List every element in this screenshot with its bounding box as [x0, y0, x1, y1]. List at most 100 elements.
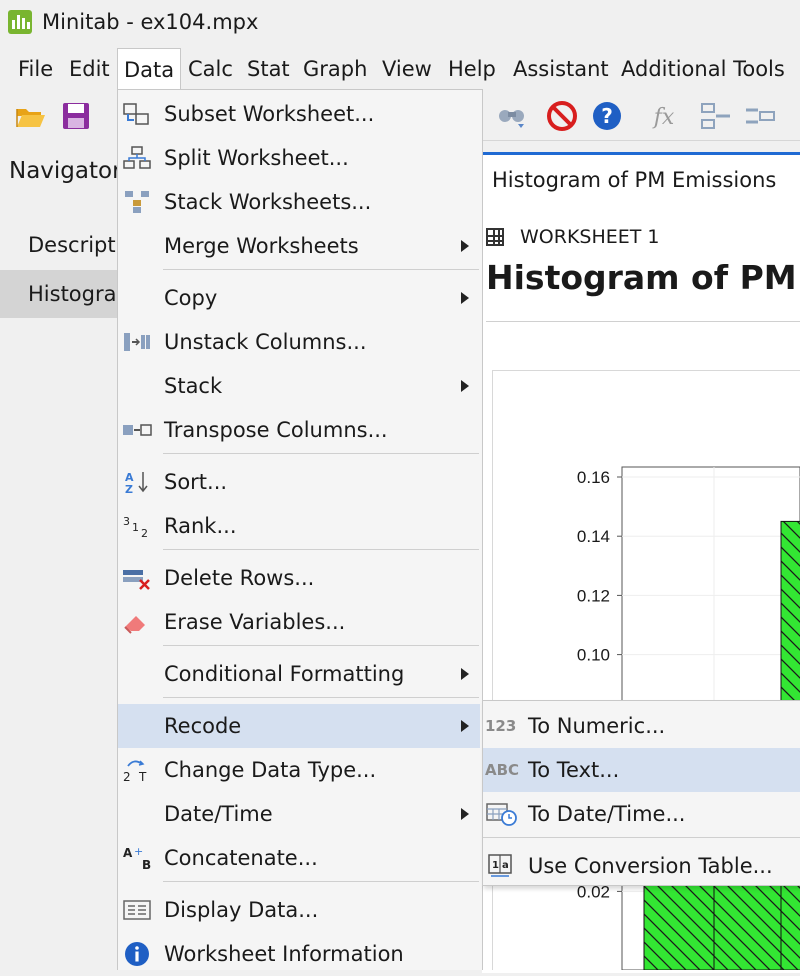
- svg-text:T: T: [138, 770, 147, 782]
- menu-item-label: Concatenate...: [164, 846, 318, 870]
- submenu-arrow-icon: [461, 380, 469, 392]
- menu-item-change-data-type[interactable]: 2T Change Data Type...: [118, 748, 480, 792]
- menu-item-label: Transpose Columns...: [164, 418, 388, 442]
- svg-text:3: 3: [123, 515, 130, 528]
- submenu-arrow-icon: [461, 240, 469, 252]
- menu-item-concatenate[interactable]: A + B Concatenate...: [118, 836, 480, 880]
- unstack-columns-icon: [124, 333, 150, 351]
- submenu-item-label: To Date/Time...: [528, 802, 686, 826]
- menu-item-unstack-columns[interactable]: Unstack Columns...: [118, 320, 480, 364]
- menu-item-label: Worksheet Information: [164, 942, 404, 966]
- submenu-arrow-icon: [461, 668, 469, 680]
- navigator-title: Navigator: [9, 158, 122, 184]
- menu-item-label: Sort...: [164, 470, 228, 494]
- minitab-logo-icon: [8, 10, 32, 34]
- menu-separator: [163, 881, 479, 882]
- title-bar: Minitab - ex104.mpx: [0, 0, 800, 46]
- menu-item-conditional-formatting[interactable]: Conditional Formatting: [118, 652, 480, 696]
- worksheet-label: WORKSHEET 1: [520, 226, 660, 248]
- find-icon[interactable]: [496, 100, 528, 132]
- add-rows-icon[interactable]: [700, 100, 732, 132]
- split-worksheet-icon: [123, 146, 151, 169]
- svg-text:A: A: [123, 846, 133, 860]
- menu-item-recode[interactable]: Recode: [118, 704, 480, 748]
- navigator-item-descriptive-statistics[interactable]: Descriptive Statistics: PM Emissions: [0, 223, 118, 267]
- menu-separator: [163, 697, 479, 698]
- date-time-icon: [486, 803, 517, 826]
- svg-text:fx: fx: [652, 105, 675, 130]
- menu-item-label: Change Data Type...: [164, 758, 377, 782]
- menu-item-transpose-columns[interactable]: Transpose Columns...: [118, 408, 480, 452]
- window-title: Minitab - ex104.mpx: [42, 10, 259, 34]
- menu-item-date-time[interactable]: Date/Time: [118, 792, 480, 836]
- menu-item-subset-worksheet[interactable]: Subset Worksheet...: [118, 92, 480, 136]
- svg-text:1: 1: [132, 521, 139, 534]
- display-data-icon: [123, 900, 151, 920]
- eraser-icon: [124, 616, 145, 634]
- svg-text:1: 1: [492, 860, 499, 871]
- menu-separator: [483, 837, 800, 838]
- menu-help[interactable]: Help: [442, 48, 502, 90]
- save-icon[interactable]: [60, 100, 92, 132]
- help-icon[interactable]: ?: [591, 100, 623, 132]
- stack-worksheets-icon: [125, 191, 149, 213]
- change-data-type-icon: 2T: [123, 760, 147, 782]
- menu-bar: File Edit Data Calc Stat Graph View Help…: [0, 48, 800, 90]
- menu-item-label: Date/Time: [164, 802, 273, 826]
- cancel-icon[interactable]: [546, 100, 578, 132]
- svg-text:?: ?: [601, 104, 613, 128]
- output-heading: Histogram of PM Emissions: [486, 258, 800, 297]
- conversion-table-icon: 1a: [488, 854, 512, 877]
- menu-additional-tools[interactable]: Additional Tools: [615, 48, 791, 90]
- menu-item-merge-worksheets[interactable]: Merge Worksheets: [118, 224, 480, 268]
- menu-item-erase-variables[interactable]: Erase Variables...: [118, 600, 480, 644]
- menu-item-stack-worksheets[interactable]: Stack Worksheets...: [118, 180, 480, 224]
- menu-item-display-data[interactable]: Display Data...: [118, 888, 480, 932]
- menu-file[interactable]: File: [12, 48, 59, 90]
- menu-item-sort[interactable]: AZ Sort...: [118, 460, 480, 504]
- menu-edit[interactable]: Edit: [63, 48, 116, 90]
- submenu-item-label: To Text...: [528, 758, 620, 782]
- submenu-item-label: To Numeric...: [528, 714, 666, 738]
- navigator-item-histogram[interactable]: Histogram of PM Emissions: [0, 270, 118, 318]
- svg-text:2: 2: [123, 770, 131, 782]
- submenu-arrow-icon: [461, 292, 469, 304]
- submenu-item-to-text[interactable]: ABC To Text...: [483, 748, 800, 792]
- menu-stat[interactable]: Stat: [241, 48, 296, 90]
- concatenate-icon: A +B: [123, 846, 151, 870]
- submenu-item-to-date-time[interactable]: To Date/Time...: [483, 792, 800, 836]
- submenu-item-label: Use Conversion Table...: [528, 854, 773, 878]
- menu-calc[interactable]: Calc: [182, 48, 239, 90]
- svg-text:Z: Z: [125, 483, 133, 494]
- y-tick-label: 0.16: [577, 468, 610, 487]
- svg-text:a: a: [502, 860, 509, 871]
- menu-item-delete-rows[interactable]: Delete Rows...: [118, 556, 480, 600]
- sort-az-icon: AZ: [125, 471, 148, 494]
- menu-item-label: Merge Worksheets: [164, 234, 359, 258]
- menu-graph[interactable]: Graph: [297, 48, 373, 90]
- menu-item-stack[interactable]: Stack: [118, 364, 480, 408]
- menu-item-split-worksheet[interactable]: Split Worksheet...: [118, 136, 480, 180]
- output-tab-title[interactable]: Histogram of PM Emissions: [492, 168, 776, 192]
- menu-item-label: Display Data...: [164, 898, 319, 922]
- menu-item-rank[interactable]: 312 Rank...: [118, 504, 480, 548]
- menu-data[interactable]: Data: [117, 48, 181, 90]
- svg-text:+: +: [134, 846, 143, 858]
- menu-view[interactable]: View: [376, 48, 438, 90]
- menu-item-label: Delete Rows...: [164, 566, 315, 590]
- menu-item-label: Unstack Columns...: [164, 330, 367, 354]
- menu-item-label: Erase Variables...: [164, 610, 346, 634]
- submenu-item-use-conversion-table[interactable]: 1a Use Conversion Table...: [483, 844, 800, 888]
- rank-icon: 312: [123, 515, 148, 538]
- menu-item-label: Subset Worksheet...: [164, 102, 375, 126]
- info-icon: [125, 942, 149, 966]
- worksheet-grid-icon: [486, 228, 504, 246]
- menu-assistant[interactable]: Assistant: [507, 48, 615, 90]
- menu-item-copy[interactable]: Copy: [118, 276, 480, 320]
- menu-item-worksheet-information[interactable]: Worksheet Information: [118, 932, 480, 976]
- text-abc-icon: ABC: [485, 761, 520, 779]
- submenu-item-to-numeric[interactable]: 123 To Numeric...: [483, 704, 800, 748]
- function-icon[interactable]: fx: [648, 100, 680, 132]
- remove-rows-icon[interactable]: [744, 100, 776, 132]
- open-folder-icon[interactable]: [14, 100, 46, 132]
